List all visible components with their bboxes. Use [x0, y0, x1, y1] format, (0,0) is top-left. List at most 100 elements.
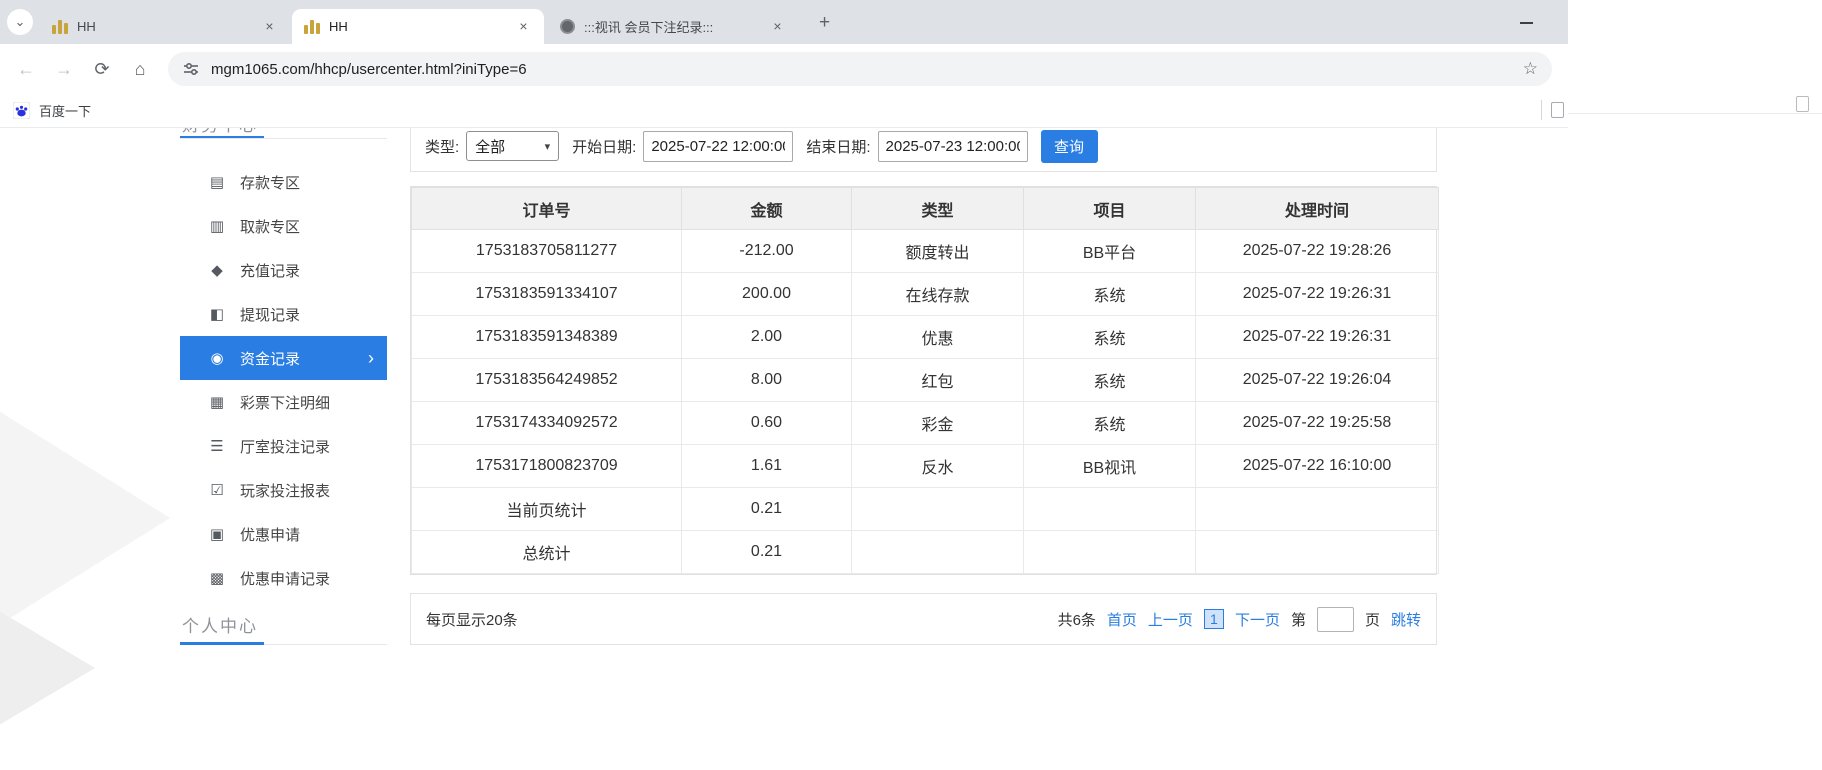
sidebar-item-label: 彩票下注明细 — [240, 394, 331, 412]
page-jump-input[interactable] — [1316, 606, 1354, 632]
cell-order-id: 1753183705811277 — [411, 229, 682, 273]
sidebar-item-label: 提现记录 — [240, 306, 301, 324]
cell-project: 系统 — [1023, 272, 1196, 316]
table-row: 1753183705811277 -212.00 额度转出 BB平台 2025-… — [411, 229, 1439, 273]
cell-process-time: 2025-07-22 19:25:58 — [1195, 401, 1439, 445]
sidebar-item-recharge-records[interactable]: ◆ 充值记录 — [180, 248, 387, 292]
tab-search-button[interactable]: ⌄ — [7, 9, 33, 35]
forward-icon: → — [55, 58, 73, 79]
table-row: 1753183564249852 8.00 红包 系统 2025-07-22 1… — [411, 358, 1439, 402]
address-bar[interactable]: mgm1065.com/hhcp/usercenter.html?iniType… — [168, 52, 1552, 86]
records-table-container: 订单号 金额 类型 项目 处理时间 1753183705811277 -212.… — [410, 186, 1439, 575]
sidebar-section-finance[interactable]: 财务中心 — [180, 128, 387, 139]
player-bet-report-icon: ☑ — [210, 482, 224, 499]
tab-close-icon[interactable]: × — [515, 18, 532, 35]
col-order-id: 订单号 — [411, 187, 682, 230]
recharge-records-icon: ◆ — [211, 262, 223, 279]
end-date-input[interactable] — [877, 130, 1028, 162]
back-button[interactable]: ← — [10, 53, 42, 85]
background-window-edge — [1568, 113, 1822, 114]
cell-type: 红包 — [851, 358, 1024, 402]
tab-close-icon[interactable]: × — [261, 18, 278, 35]
first-page-link[interactable]: 首页 — [1107, 609, 1137, 630]
cell-type: 反水 — [851, 444, 1024, 488]
start-date-input[interactable] — [643, 130, 794, 162]
plus-icon: + — [818, 11, 831, 33]
sidebar-item-hall-bet-records[interactable]: ☰ 厅室投注记录 — [180, 424, 387, 468]
tab-video-records[interactable]: :::视讯 会员下注纪录::: × — [548, 9, 798, 44]
search-button[interactable]: 查询 — [1040, 129, 1098, 163]
tab-hh-1[interactable]: HH × — [40, 9, 290, 44]
prev-page-link[interactable]: 上一页 — [1148, 609, 1193, 630]
col-project: 项目 — [1023, 187, 1196, 230]
type-select-value: 全部 — [475, 138, 506, 156]
withdraw-zone-icon: ▥ — [209, 218, 225, 235]
pagination-bar: 每页显示20条 共6条 首页 上一页 1 下一页 第 页 跳转 — [410, 593, 1437, 645]
new-tab-button[interactable]: + — [812, 10, 837, 35]
sidebar-item-promo-apply[interactable]: ▣ 优惠申请 — [180, 512, 387, 556]
sidebar-section-personal-center[interactable]: 个人中心 — [180, 610, 387, 645]
cell-project: 系统 — [1023, 358, 1196, 402]
hh-favicon — [304, 19, 320, 34]
type-select[interactable]: 全部 ▾ — [466, 131, 560, 161]
hall-bet-records-icon: ☰ — [210, 438, 224, 455]
cell-order-id: 1753171800823709 — [411, 444, 682, 488]
cell-project: 系统 — [1023, 401, 1196, 445]
other-bookmarks-icon[interactable] — [1551, 102, 1564, 118]
end-date-label: 结束日期: — [806, 138, 871, 156]
cell-order-id: 1753183591334107 — [411, 272, 682, 316]
tab-title: :::视讯 会员下注纪录::: — [584, 20, 714, 35]
site-info-icon[interactable] — [182, 60, 200, 78]
sidebar-item-label: 玩家投注报表 — [240, 482, 331, 500]
browser-toolbar: ← → ⟳ ⌂ mgm1065.com/hhcp/usercenter.html… — [0, 44, 1568, 93]
cell-type: 优惠 — [851, 315, 1024, 359]
cell-type: 额度转出 — [851, 229, 1024, 273]
promo-apply-icon: ▣ — [209, 526, 225, 543]
per-page-text: 每页显示20条 — [426, 611, 518, 629]
table-row: 1753183591334107 200.00 在线存款 系统 2025-07-… — [411, 272, 1439, 316]
sidebar-item-player-bet-report[interactable]: ☑ 玩家投注报表 — [180, 468, 387, 512]
cell-amount: 1.61 — [681, 444, 852, 488]
refresh-button[interactable]: ⟳ — [86, 53, 118, 85]
home-button[interactable]: ⌂ — [124, 53, 156, 85]
tab-close-icon[interactable]: × — [769, 18, 786, 35]
jump-action-link[interactable]: 跳转 — [1391, 609, 1421, 630]
cell-label: 总统计 — [411, 530, 682, 574]
table-row: 1753174334092572 0.60 彩金 系统 2025-07-22 1… — [411, 401, 1439, 445]
active-underline — [180, 136, 264, 138]
minimize-icon — [1519, 22, 1533, 24]
chevron-down-icon: ⌄ — [14, 14, 26, 29]
sidebar-item-fund-records[interactable]: ◉ 资金记录 › — [180, 336, 387, 380]
tab-hh-2-active[interactable]: HH × — [292, 9, 544, 44]
cell-project: BB平台 — [1023, 229, 1196, 273]
forward-button[interactable]: → — [48, 53, 80, 85]
col-process-time: 处理时间 — [1195, 187, 1439, 230]
back-icon: ← — [17, 58, 35, 79]
hh-favicon — [52, 19, 68, 34]
sidebar-item-deposit-zone[interactable]: ▤ 存款专区 — [180, 160, 387, 204]
jump-label-after: 页 — [1364, 611, 1380, 629]
cell-amount: 0.21 — [681, 530, 852, 574]
sidebar-item-withdrawal-records[interactable]: ◧ 提现记录 — [180, 292, 387, 336]
cell-type: 彩金 — [851, 401, 1024, 445]
bookmarks-bar: 百度一下 — [0, 93, 1568, 128]
cell-amount: -212.00 — [681, 229, 852, 273]
sidebar-item-withdraw-zone[interactable]: ▥ 取款专区 — [180, 204, 387, 248]
current-page-indicator[interactable]: 1 — [1203, 609, 1224, 629]
sidebar-item-lottery-bet-details[interactable]: ▦ 彩票下注明细 — [180, 380, 387, 424]
cell-amount: 0.21 — [681, 487, 852, 531]
url-text[interactable]: mgm1065.com/hhcp/usercenter.html?iniType… — [211, 61, 1512, 78]
next-page-link[interactable]: 下一页 — [1235, 609, 1280, 630]
sidebar: 财务中心 ▤ 存款专区 ▥ 取款专区 ◆ 充值记录 ◧ 提现记录 ◉ 资金记录 — [180, 128, 387, 645]
cell-amount: 8.00 — [681, 358, 852, 402]
active-underline — [180, 642, 264, 645]
withdrawal-records-icon: ◧ — [209, 306, 225, 323]
bookmark-item-baidu[interactable]: 百度一下 — [39, 101, 91, 120]
bookmark-star-icon[interactable]: ☆ — [1523, 59, 1538, 79]
baidu-favicon — [13, 101, 30, 119]
sidebar-item-label: 资金记录 — [240, 350, 301, 368]
promo-apply-records-icon: ▩ — [209, 570, 225, 587]
minimize-button[interactable] — [1512, 12, 1540, 34]
filter-bar: 类型: 全部 ▾ 开始日期: 结束日期: 查询 — [410, 128, 1437, 172]
sidebar-item-promo-apply-records[interactable]: ▩ 优惠申请记录 — [180, 556, 387, 600]
